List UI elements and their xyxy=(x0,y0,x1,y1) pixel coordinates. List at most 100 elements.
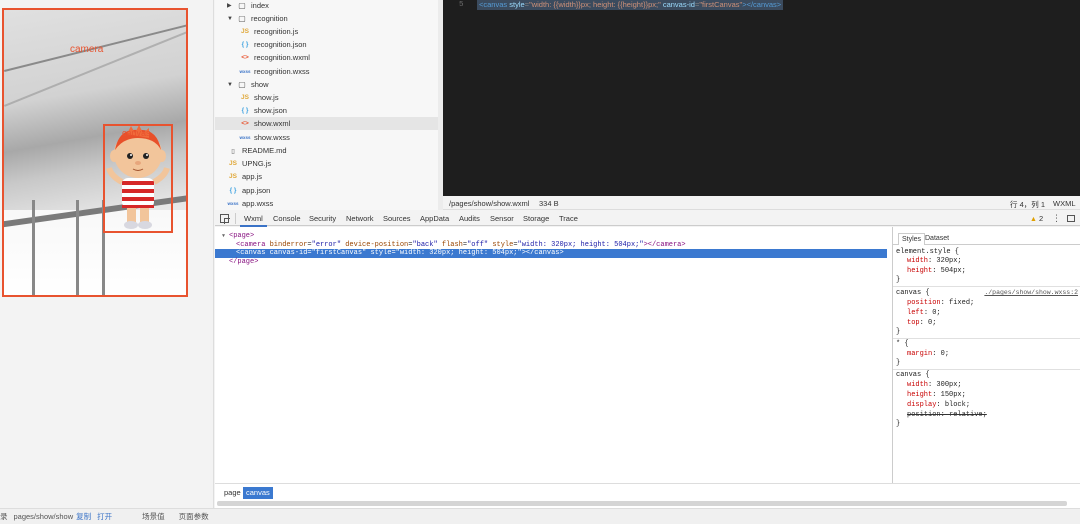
camera-label: camera xyxy=(70,44,104,55)
tree-item-show-wxss[interactable]: wxss show.wxss xyxy=(239,131,289,144)
style-declaration-overridden[interactable]: position: relative; xyxy=(907,410,987,420)
page-params-button[interactable]: 页面参数 xyxy=(179,511,209,522)
tree-item-app-wxss[interactable]: wxss app.wxss xyxy=(227,197,273,210)
code-tag: <canvas xyxy=(479,0,508,9)
wxss-file-icon: wxss xyxy=(239,69,251,74)
js-file-icon: JS xyxy=(229,160,237,167)
tree-item-recognition-wxss[interactable]: wxss recognition.wxss xyxy=(239,65,309,78)
chevron-down-icon[interactable]: ▼ xyxy=(227,16,236,22)
style-rule-header: canvas { ./pages/show/show.wxss:2 xyxy=(896,288,1078,298)
style-source-link[interactable]: ./pages/show/show.wxss:2 xyxy=(984,288,1078,298)
tree-item-label: recognition.wxss xyxy=(254,67,310,76)
dom-value: "off" xyxy=(467,241,489,249)
editor-status-bar: /pages/show/show.wxml 334 B 行 4，列 1 WXML xyxy=(443,196,1080,210)
style-declaration[interactable]: width: 300px; xyxy=(907,380,962,390)
tree-item-recognition-wxml[interactable]: <> recognition.wxml xyxy=(239,51,310,64)
dom-node-canvas[interactable]: <canvas canvas-id="firstCanvas" style="w… xyxy=(215,249,887,258)
wxml-file-icon: <> xyxy=(241,54,249,61)
tree-item-upng-js[interactable]: JS UPNG.js xyxy=(227,157,271,170)
tree-item-app-js[interactable]: JS app.js xyxy=(227,170,262,183)
tab-storage[interactable]: Storage xyxy=(523,214,549,223)
dom-value: "error" xyxy=(311,241,342,249)
chevron-down-icon[interactable]: ▼ xyxy=(227,82,236,88)
style-property: left xyxy=(907,309,924,317)
dom-attr: canvas-id xyxy=(269,249,308,257)
warning-counter[interactable]: ▲ 2 xyxy=(1030,214,1043,223)
status-language[interactable]: WXML xyxy=(1053,199,1076,208)
simulator-panel: camera canvas xyxy=(0,0,214,508)
tab-sensor[interactable]: Sensor xyxy=(490,214,514,223)
code-editor[interactable]: 5 <canvas style="width: {{width}}px; hei… xyxy=(443,0,1080,196)
style-property: width xyxy=(907,257,929,265)
code-line[interactable]: <canvas style="width: {{width}}px; heigh… xyxy=(477,0,784,10)
style-value: 320px; xyxy=(936,257,962,265)
chevron-right-icon[interactable]: ▶ xyxy=(227,2,236,9)
tab-dataset[interactable]: Dataset xyxy=(922,235,952,242)
tree-item-recognition[interactable]: ▼ ▢ recognition xyxy=(227,12,288,25)
style-declaration[interactable]: display: block; xyxy=(907,400,970,410)
tab-trace[interactable]: Trace xyxy=(559,214,578,223)
status-prefix: 录 xyxy=(0,512,8,521)
dock-side-icon[interactable] xyxy=(1067,215,1075,222)
scene-value-button[interactable]: 场景值 xyxy=(142,511,165,522)
style-property: height xyxy=(907,267,933,275)
tab-audits[interactable]: Audits xyxy=(459,214,480,223)
style-selector: * { xyxy=(896,340,909,348)
tree-item-show-json[interactable]: { } show.json xyxy=(239,104,287,117)
style-declaration[interactable]: margin: 0; xyxy=(907,349,949,359)
file-icon: ▯ xyxy=(231,147,235,155)
code-attr: style xyxy=(509,0,525,9)
tree-item-index[interactable]: ▶ ▢ index xyxy=(227,0,269,12)
canvas-label: canvas xyxy=(122,128,151,138)
style-declaration[interactable]: height: 504px; xyxy=(907,266,966,276)
dom-tag: ></camera> xyxy=(643,241,686,249)
dom-node-page[interactable]: ▼ <page> xyxy=(222,232,894,241)
divider xyxy=(893,286,1080,287)
status-cursor-position[interactable]: 行 4，列 1 xyxy=(1010,199,1045,210)
dom-tag: ></canvas> xyxy=(521,249,564,257)
horizontal-scrollbar[interactable] xyxy=(217,501,1067,506)
tab-sources[interactable]: Sources xyxy=(383,214,411,223)
tab-appdata[interactable]: AppData xyxy=(420,214,449,223)
style-declaration[interactable]: top: 0; xyxy=(907,318,936,328)
style-declaration[interactable]: position: fixed; xyxy=(907,298,974,308)
divider xyxy=(235,213,236,224)
tree-item-app-json[interactable]: { } app.json xyxy=(227,184,271,197)
inspect-element-icon[interactable] xyxy=(220,214,230,224)
style-value: fixed; xyxy=(949,299,975,307)
style-value: 0; xyxy=(940,350,950,358)
more-options-icon[interactable]: ⋮ xyxy=(1052,213,1061,224)
breadcrumb-canvas[interactable]: canvas xyxy=(243,487,273,499)
ceiling-line xyxy=(4,30,186,107)
folder-open-icon: ▢ xyxy=(238,14,246,23)
copy-link[interactable]: 复制 xyxy=(76,511,91,522)
tree-item-recognition-json[interactable]: { } recognition.json xyxy=(239,38,307,51)
style-selector: canvas { xyxy=(896,371,930,379)
tab-network[interactable]: Network xyxy=(346,214,374,223)
dom-node-page-close[interactable]: </page> xyxy=(229,258,901,267)
tree-item-recognition-js[interactable]: JS recognition.js xyxy=(239,25,298,38)
json-file-icon: { } xyxy=(241,107,249,114)
breadcrumb-page[interactable]: page xyxy=(221,487,244,499)
style-declaration[interactable]: width: 320px; xyxy=(907,256,962,266)
dom-value: "width: 320px; height: 504px;" xyxy=(517,241,644,249)
devtools-tabbar: Wxml Console Security Network Sources Ap… xyxy=(215,211,1080,227)
tree-item-show[interactable]: ▼ ▢ show xyxy=(227,78,269,91)
style-declaration[interactable]: height: 150px; xyxy=(907,390,966,400)
tab-console[interactable]: Console xyxy=(273,214,301,223)
tab-wxml[interactable]: Wxml xyxy=(240,214,267,227)
tree-item-show-wxml[interactable]: <> show.wxml xyxy=(215,117,438,130)
tree-item-readme[interactable]: ▯ README.md xyxy=(227,144,286,157)
tree-item-label: recognition.json xyxy=(254,40,307,49)
caret-down-icon[interactable]: ▼ xyxy=(222,232,229,241)
window-post xyxy=(32,200,35,295)
tree-item-show-js[interactable]: JS show.js xyxy=(239,91,279,104)
tab-styles[interactable]: Styles xyxy=(898,233,926,245)
tab-security[interactable]: Security xyxy=(309,214,336,223)
canvas-overlay[interactable] xyxy=(103,124,173,233)
style-value: 0; xyxy=(928,319,937,327)
open-link[interactable]: 打开 xyxy=(97,511,112,522)
style-declaration[interactable]: left: 0; xyxy=(907,308,941,318)
window-post xyxy=(76,200,79,295)
style-property: height xyxy=(907,391,933,399)
